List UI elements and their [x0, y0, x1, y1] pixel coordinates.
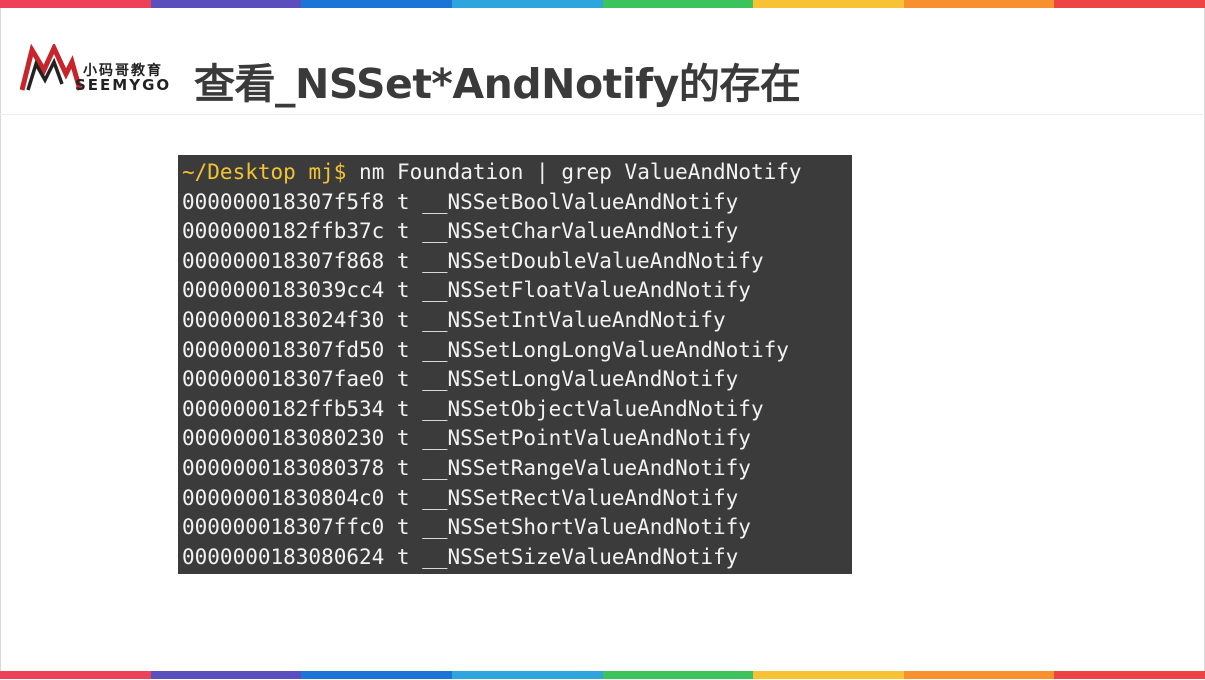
- mountain-m-logo-icon: [20, 44, 82, 91]
- stripe-segment: [903, 0, 1055, 8]
- stripe-segment: [451, 0, 603, 8]
- output-line: 000000018307fae0 t __NSSetLongValueAndNo…: [182, 367, 739, 392]
- stripe-segment: [753, 0, 904, 8]
- stripe-segment: [1054, 0, 1205, 8]
- page-title: 查看_NSSet*AndNotify的存在: [194, 60, 801, 108]
- output-line: 0000000182ffb534 t __NSSetObjectValueAnd…: [182, 396, 764, 421]
- stripe-segment: [451, 671, 603, 679]
- top-color-stripe: [0, 0, 1205, 8]
- stripe-segment: [602, 0, 754, 8]
- stripe-segment: [150, 0, 302, 8]
- header-divider: [0, 114, 1205, 115]
- stripe-segment: [1054, 671, 1205, 679]
- logo-english-text: SEEMYGO: [75, 76, 172, 94]
- output-line: 000000018307fd50 t __NSSetLongLongValueA…: [182, 337, 789, 362]
- output-line: 0000000183080378 t __NSSetRangeValueAndN…: [182, 456, 751, 480]
- output-line: 000000018307ffc0 t __NSSetShortValueAndN…: [182, 515, 751, 540]
- output-line: 000000018307f5f8 t __NSSetBoolValueAndNo…: [182, 189, 739, 214]
- stripe-segment: [602, 671, 754, 679]
- command-text: nm Foundation | grep ValueAndNotify: [359, 160, 802, 184]
- stripe-segment: [301, 671, 452, 679]
- bottom-color-stripe: [0, 671, 1205, 679]
- output-line: 0000000183080230 t __NSSetPointValueAndN…: [182, 426, 751, 451]
- prompt-user: mj$: [308, 160, 347, 184]
- logo: 小码哥教育 SEEMYGO: [20, 44, 175, 94]
- stripe-segment: [753, 671, 904, 679]
- stripe-segment: [0, 671, 151, 679]
- command-line: ~/Desktop mj$ nm Foundation | grep Value…: [182, 158, 802, 188]
- output-line: 0000000183039cc4 t __NSSetFloatValueAndN…: [182, 278, 751, 303]
- terminal-output: ~/Desktop mj$ nm Foundation | grep Value…: [178, 155, 852, 574]
- output-line: 000000018307f868 t __NSSetDoubleValueAnd…: [182, 248, 764, 273]
- stripe-segment: [903, 671, 1055, 679]
- stripe-segment: [150, 671, 302, 679]
- output-line: 00000001830804c0 t __NSSetRectValueAndNo…: [182, 485, 739, 510]
- output-line: 0000000182ffb37c t __NSSetCharValueAndNo…: [182, 219, 739, 244]
- stripe-segment: [301, 0, 452, 8]
- prompt-path: ~/Desktop: [182, 160, 296, 184]
- stripe-segment: [0, 0, 151, 8]
- output-line: 0000000183024f30 t __NSSetIntValueAndNot…: [182, 308, 726, 332]
- output-line: 0000000183080624 t __NSSetSizeValueAndNo…: [182, 544, 739, 569]
